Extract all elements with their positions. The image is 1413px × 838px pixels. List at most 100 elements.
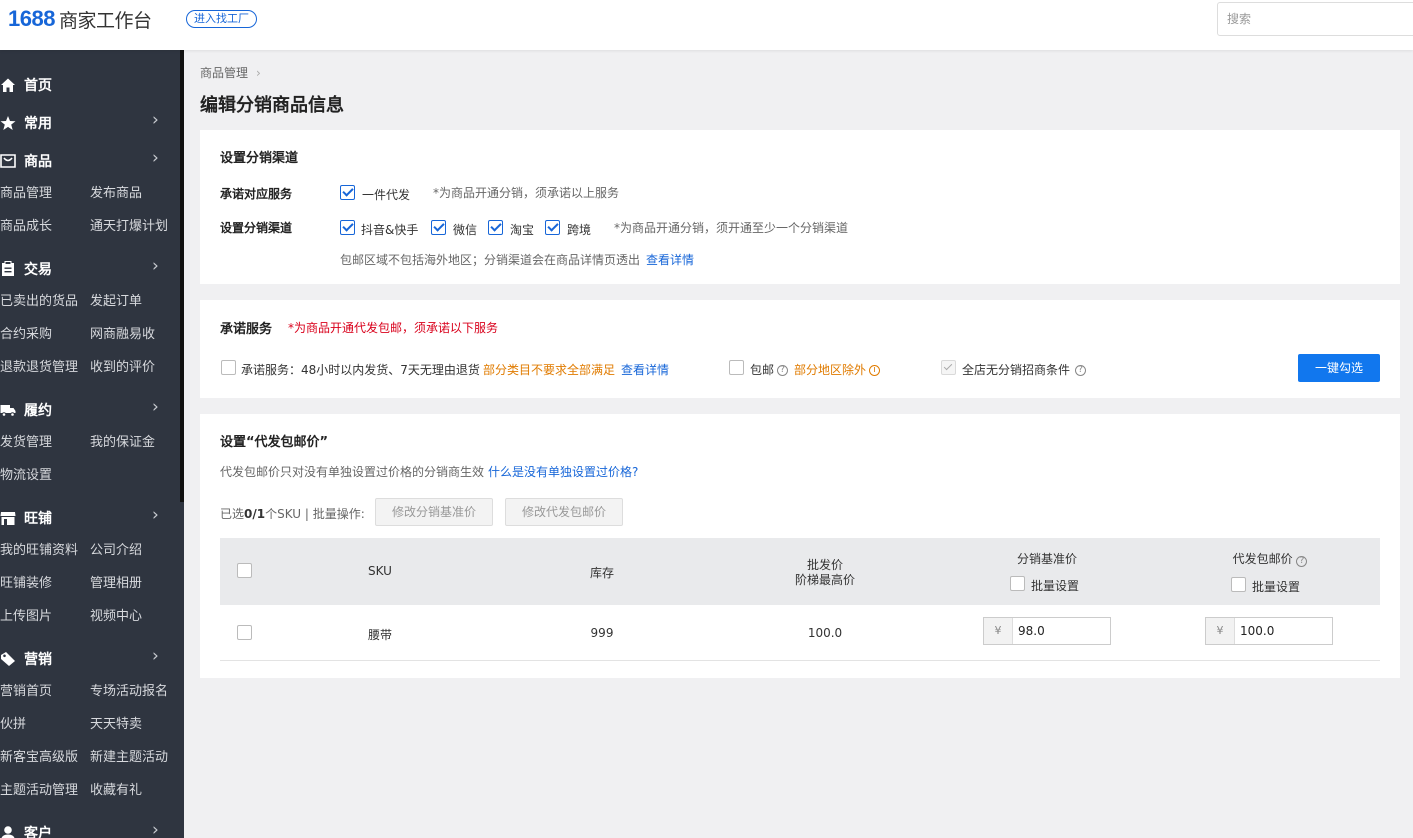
ship-price-input[interactable]: ¥ 100.0: [1205, 617, 1333, 645]
column-stock: 库存: [589, 566, 614, 580]
modify-base-price-button[interactable]: 修改分销基准价: [375, 498, 493, 526]
batch-set-label: 批量设置: [1252, 580, 1301, 594]
sidebar-subitem[interactable]: 主题活动管理: [0, 779, 78, 798]
sidebar-label: 首页: [24, 78, 52, 94]
sidebar-scrollbar[interactable]: [180, 50, 184, 502]
breadcrumb-item[interactable]: 商品管理: [200, 66, 248, 80]
sidebar-subitem[interactable]: 新建主题活动: [90, 746, 168, 765]
page-title: 编辑分销商品信息: [200, 95, 344, 116]
sidebar-item-common[interactable]: 常用 ›: [0, 110, 170, 132]
checkbox-douyin-kuaishou[interactable]: [340, 220, 355, 235]
chevron-right-icon: ›: [152, 505, 159, 525]
top-header: 1688 商家工作台 进入找工厂 搜索: [0, 0, 1413, 50]
sidebar-item-shop[interactable]: 旺铺 ›: [0, 505, 170, 527]
chevron-right-icon: ›: [152, 256, 159, 276]
bag-icon: [0, 154, 16, 168]
sidebar-subitem[interactable]: 天天特卖: [90, 713, 142, 732]
sidebar-subitem[interactable]: 公司介绍: [90, 539, 142, 558]
one-click-select-button[interactable]: 一键勾选: [1298, 354, 1380, 382]
currency-prefix: ¥: [1206, 618, 1235, 644]
sidebar-subitem[interactable]: 旺铺装修: [0, 572, 52, 591]
sidebar-subitem[interactable]: 上传图片: [0, 605, 52, 624]
card-title: 设置“代发包邮价”: [220, 435, 329, 450]
service-label: 承诺对应服务: [220, 187, 293, 201]
sidebar-subitem[interactable]: 物流设置: [0, 464, 52, 483]
logo-number: 1688: [8, 6, 55, 31]
sidebar-item-trade[interactable]: 交易 ›: [0, 256, 170, 278]
promise-view-details-link[interactable]: 查看详情: [621, 361, 669, 378]
cell-wholesale: 100.0: [807, 626, 843, 640]
channel-card: 设置分销渠道 承诺对应服务 一件代发 *为商品开通分销，须承诺以上服务 设置分销…: [200, 130, 1400, 284]
sidebar-subitem[interactable]: 我的旺铺资料: [0, 539, 78, 558]
sidebar-item-marketing[interactable]: 营销 ›: [0, 646, 170, 668]
sidebar-subitem[interactable]: 新客宝高级版: [0, 746, 78, 765]
sidebar-subitem[interactable]: 收藏有礼: [90, 779, 142, 798]
table-row: 腰带 999 100.0 ¥ 98.0 ¥ 100.0: [220, 605, 1380, 661]
no-condition-label: 全店无分销招商条件: [962, 363, 1071, 377]
checkbox-one-piece-dropship[interactable]: [340, 185, 355, 200]
sidebar-subitem[interactable]: 管理相册: [90, 572, 142, 591]
sidebar-subitem[interactable]: 发货管理: [0, 431, 52, 450]
batch-ship-checkbox[interactable]: [1231, 577, 1246, 592]
sidebar-item-fulfillment[interactable]: 履约 ›: [0, 397, 170, 419]
sidebar-subitem[interactable]: 发起订单: [90, 290, 142, 309]
column-wholesale-sub: 阶梯最高价: [794, 573, 855, 587]
sidebar-item-home[interactable]: 首页: [0, 74, 170, 94]
sidebar-item-customer[interactable]: 客户 ›: [0, 820, 170, 838]
row-checkbox[interactable]: [237, 625, 252, 640]
logo[interactable]: 1688 商家工作台: [8, 6, 152, 32]
channel-label: 设置分销渠道: [220, 221, 293, 235]
sidebar-label: 交易: [24, 262, 52, 278]
checkbox-promise-service[interactable]: [221, 360, 236, 375]
sidebar-subitem[interactable]: 合约采购: [0, 323, 52, 342]
promise-service-warning: 部分类目不要求全部满足: [483, 363, 616, 377]
price-desc-link[interactable]: 什么是没有单独设置过价格?: [488, 463, 638, 480]
card-title: 设置分销渠道: [220, 151, 299, 166]
base-price-input[interactable]: ¥ 98.0: [983, 617, 1111, 645]
column-ship-price: 代发包邮价 ?: [1210, 550, 1330, 567]
modify-ship-price-button[interactable]: 修改代发包邮价: [505, 498, 623, 526]
column-base-price: 分销基准价: [1016, 552, 1077, 566]
sidebar-label: 常用: [24, 116, 52, 132]
sidebar-subitem[interactable]: 商品管理: [0, 182, 52, 201]
sidebar-subitem[interactable]: 通天打爆计划: [90, 215, 168, 234]
help-icon[interactable]: ?: [777, 361, 788, 376]
enter-factory-button[interactable]: 进入找工厂: [186, 10, 257, 28]
sidebar-subitem[interactable]: 视频中心: [90, 605, 142, 624]
checkbox-no-condition[interactable]: [941, 360, 956, 375]
star-icon: [0, 116, 16, 130]
sidebar-subitem[interactable]: 收到的评价: [90, 356, 155, 375]
info-icon[interactable]: i: [869, 361, 880, 376]
checkbox-taobao[interactable]: [488, 220, 503, 235]
sidebar-subitem[interactable]: 营销首页: [0, 680, 52, 699]
sidebar-subitem[interactable]: 发布商品: [90, 182, 142, 201]
sidebar-subitem[interactable]: 专场活动报名: [90, 680, 168, 699]
help-icon: ?: [1296, 556, 1308, 567]
checkbox-cross-border[interactable]: [545, 220, 560, 235]
sidebar-subitem[interactable]: 已卖出的货品: [0, 290, 78, 309]
region-note: 包邮区域不包括海外地区；分销渠道会在商品详情页透出: [340, 253, 641, 267]
checkbox-wechat[interactable]: [431, 220, 446, 235]
promise-service-text: 承诺服务：48小时以内发货、7天无理由退货: [241, 363, 480, 377]
chevron-right-icon: ›: [152, 110, 159, 130]
sidebar-subitem[interactable]: 商品成长: [0, 215, 52, 234]
cell-stock: 999: [590, 626, 614, 640]
search-input[interactable]: 搜索: [1217, 2, 1413, 36]
service-note: *为商品开通分销，须承诺以上服务: [433, 186, 620, 200]
chevron-right-icon: ›: [152, 646, 159, 666]
home-icon: [1, 78, 15, 92]
sidebar-label: 客户: [24, 826, 52, 838]
view-details-link[interactable]: 查看详情: [646, 251, 694, 268]
sidebar-item-products[interactable]: 商品 ›: [0, 148, 170, 170]
sidebar-subitem[interactable]: 网商融易收: [90, 323, 155, 342]
logo-text: 商家工作台: [58, 10, 152, 32]
sidebar-subitem[interactable]: 我的保证金: [90, 431, 155, 450]
select-all-checkbox[interactable]: [237, 563, 252, 578]
chevron-right-icon: ›: [152, 397, 159, 417]
help-icon[interactable]: ?: [1075, 361, 1086, 376]
batch-set-label: 批量设置: [1031, 579, 1080, 593]
sidebar-subitem[interactable]: 退款退货管理: [0, 356, 78, 375]
checkbox-free-shipping[interactable]: [729, 360, 744, 375]
sidebar-subitem[interactable]: 伙拼: [0, 713, 26, 732]
batch-base-checkbox[interactable]: [1010, 576, 1025, 591]
